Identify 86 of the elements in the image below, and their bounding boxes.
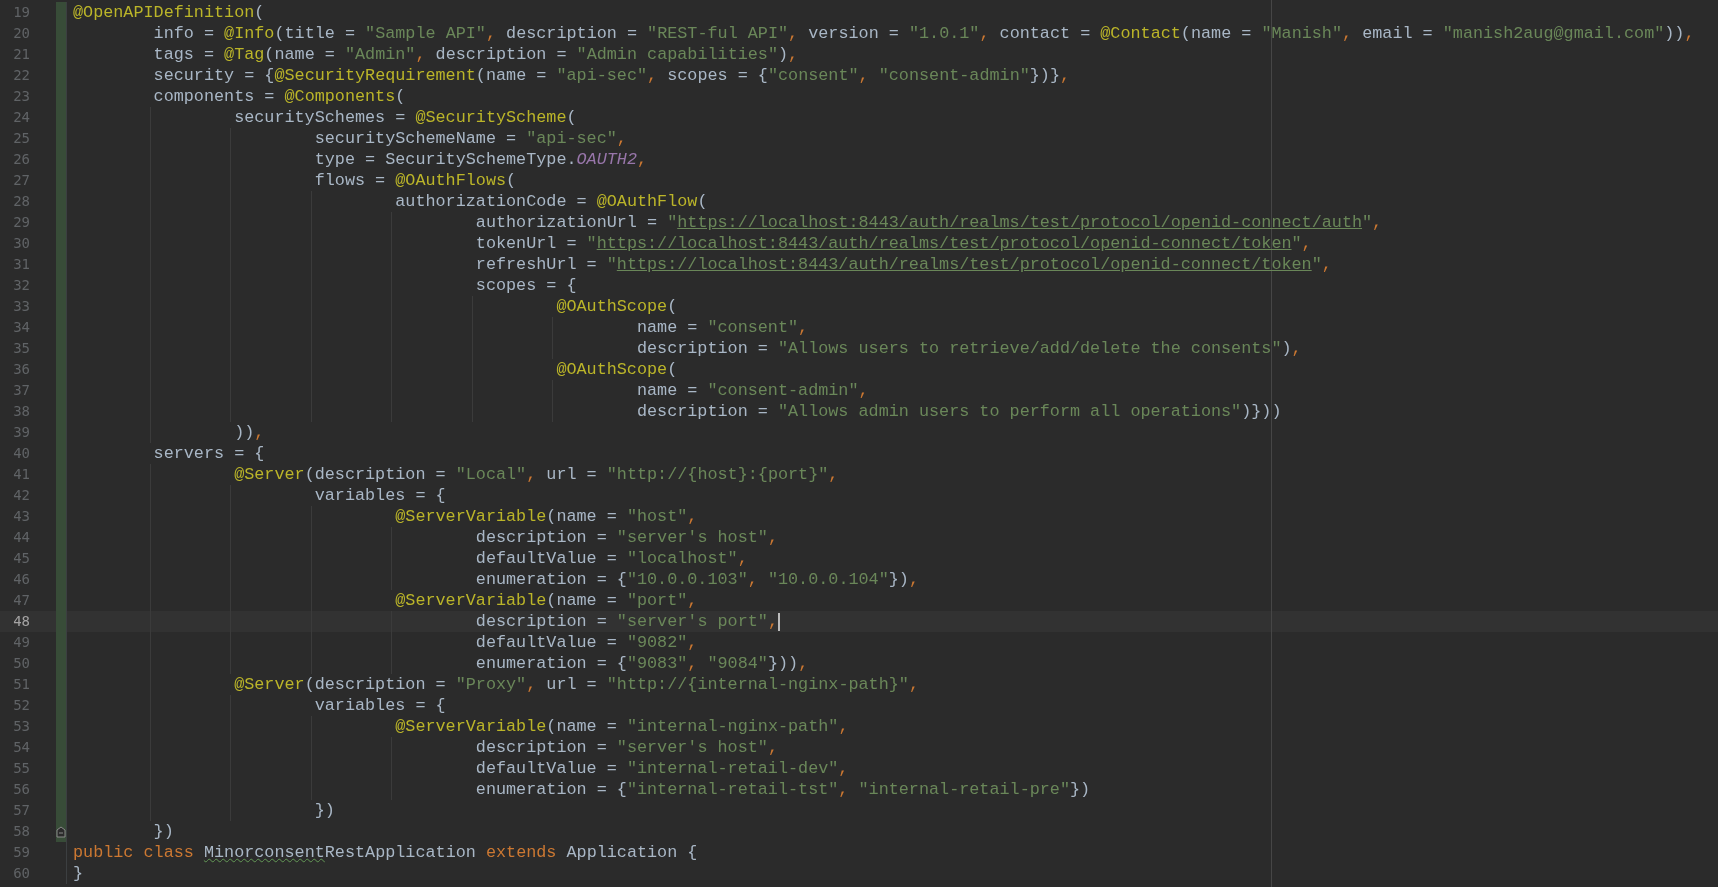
code-line: tokenUrl = "https://localhost:8443/auth/realms/test/protocol/openid-connect/token", — [474, 233, 1312, 254]
line-number: 22 — [12, 66, 30, 85]
code-line: authorizationUrl = "https://localhost:8443/auth/realms/test/protocol/openid-connect/auth", — [474, 212, 1383, 233]
line-number: 37 — [12, 381, 30, 400]
code-line: @ServerVariable(name = "host", — [394, 506, 698, 527]
code-line: variables = { — [313, 485, 446, 506]
code-line: description = "server's host", — [474, 527, 778, 548]
code-line: description = "Allows admin users to perform all operations")})) — [635, 401, 1282, 422]
code-line: defaultValue = "internal-retail-dev", — [474, 758, 849, 779]
line-number: 31 — [12, 255, 30, 274]
code-line: authorizationCode = @OAuthFlow( — [394, 191, 708, 212]
code-line: scopes = { — [474, 275, 577, 296]
code-line: }) — [313, 800, 335, 821]
line-number: 27 — [12, 171, 30, 190]
code-line: @OpenAPIDefinition( — [73, 2, 265, 23]
fold-icon[interactable] — [56, 826, 66, 838]
line-number: 39 — [12, 423, 30, 442]
line-number: 46 — [12, 570, 30, 589]
line-number: 30 — [12, 234, 30, 253]
line-number: 51 — [12, 675, 30, 694]
code-line: name = "consent-admin", — [635, 380, 869, 401]
code-line: description = "server's host", — [474, 737, 778, 758]
code-line: variables = { — [313, 695, 446, 716]
code-line: info = @Info(title = "Sample API", description = "REST-ful API", version = "1.0.1", contact = @Contact(name = "Manish", email = "manish2aug@gmail.com")), — [152, 23, 1695, 44]
line-number: 36 — [12, 360, 30, 379]
code-line: tags = @Tag(name = "Admin", description = "Admin capabilities"), — [152, 44, 799, 65]
code-line: components = @Components( — [152, 86, 406, 107]
line-number: 56 — [12, 780, 30, 799]
line-number: 21 — [12, 45, 30, 64]
line-number: 52 — [12, 696, 30, 715]
line-number: 44 — [12, 528, 30, 547]
code-line: @OAuthScope( — [555, 296, 678, 317]
code-line: securitySchemes = @SecurityScheme( — [233, 107, 577, 128]
line-number: 54 — [12, 738, 30, 757]
line-number: 45 — [12, 549, 30, 568]
code-line: } — [73, 863, 84, 884]
line-number: 48 — [12, 612, 30, 631]
code-line: @Server(description = "Proxy", url = "http://{internal-nginx-path}", — [233, 674, 919, 695]
line-number: 41 — [12, 465, 30, 484]
code-line: flows = @OAuthFlows( — [313, 170, 517, 191]
line-number: 42 — [12, 486, 30, 505]
line-number: 50 — [12, 654, 30, 673]
code-line: defaultValue = "localhost", — [474, 548, 748, 569]
line-number: 28 — [12, 192, 30, 211]
line-number: 33 — [12, 297, 30, 316]
code-line: )), — [233, 422, 265, 443]
line-number: 24 — [12, 108, 30, 127]
line-number: 25 — [12, 129, 30, 148]
line-number: 43 — [12, 507, 30, 526]
line-number: 20 — [12, 24, 30, 43]
text-cursor — [777, 612, 780, 631]
code-line: }) — [152, 821, 174, 842]
line-number: 38 — [12, 402, 30, 421]
code-line: description = "Allows users to retrieve/add/delete the consents"), — [635, 338, 1302, 359]
code-line: enumeration = {"10.0.0.103", "10.0.0.104"}), — [474, 569, 919, 590]
line-number: 40 — [12, 444, 30, 463]
line-number: 26 — [12, 150, 30, 169]
code-line: securitySchemeName = "api-sec", — [313, 128, 627, 149]
line-number: 58 — [12, 822, 30, 841]
code-line: security = {@SecurityRequirement(name = "api-sec", scopes = {"consent", "consent-admin"})}, — [152, 65, 1071, 86]
code-line: @OAuthScope( — [555, 359, 678, 380]
line-number: 35 — [12, 339, 30, 358]
code-line: enumeration = {"internal-retail-tst", "internal-retail-pre"}) — [474, 779, 1091, 800]
line-number: 47 — [12, 591, 30, 610]
code-line: @ServerVariable(name = "internal-nginx-path", — [394, 716, 849, 737]
code-line: @ServerVariable(name = "port", — [394, 590, 698, 611]
line-number: 34 — [12, 318, 30, 337]
line-number: 19 — [12, 3, 30, 22]
code-line: type = SecuritySchemeType.OAUTH2, — [313, 149, 648, 170]
line-number: 55 — [12, 759, 30, 778]
line-number: 32 — [12, 276, 30, 295]
code-line: public class MinorconsentRestApplication extends Application { — [73, 842, 698, 863]
code-line: defaultValue = "9082", — [474, 632, 698, 653]
code-line: @Server(description = "Local", url = "http://{host}:{port}", — [233, 464, 839, 485]
line-number: 53 — [12, 717, 30, 736]
code-line: name = "consent", — [635, 317, 809, 338]
line-number: 49 — [12, 633, 30, 652]
code-line: description = "server's port", — [474, 611, 778, 632]
line-number: 60 — [12, 864, 30, 883]
code-line: enumeration = {"9083", "9084"})), — [474, 653, 809, 674]
line-number: 57 — [12, 801, 30, 820]
code-line: servers = { — [152, 443, 265, 464]
line-number: 59 — [12, 843, 30, 862]
code-line: refreshUrl = "https://localhost:8443/auth/realms/test/protocol/openid-connect/token", — [474, 254, 1332, 275]
line-number: 29 — [12, 213, 30, 232]
line-number: 23 — [12, 87, 30, 106]
